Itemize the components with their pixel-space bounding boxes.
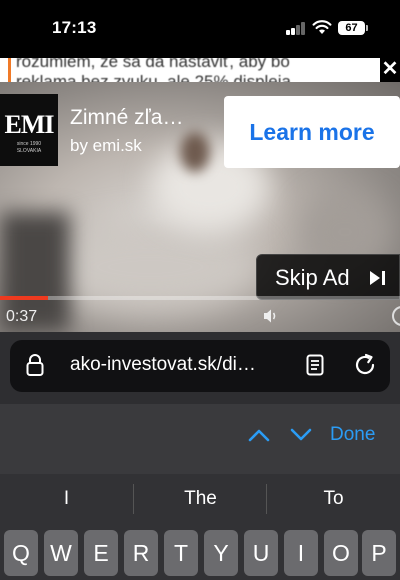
- done-button[interactable]: Done: [330, 424, 375, 446]
- key-q[interactable]: Q: [4, 530, 38, 576]
- close-ad-button[interactable]: ✕: [380, 58, 400, 82]
- video-ad[interactable]: EMI since 1990 SLOVAKIA Zimné zľa… by em…: [0, 82, 400, 332]
- ad-header: EMI since 1990 SLOVAKIA Zimné zľa… by em…: [0, 94, 400, 174]
- key-e[interactable]: E: [84, 530, 118, 576]
- lock-icon: [26, 354, 44, 376]
- ad-advertiser: by emi.sk: [70, 136, 142, 155]
- wifi-icon: [312, 20, 332, 34]
- skip-next-icon: [370, 271, 385, 285]
- video-progress-fill: [0, 296, 48, 300]
- advertiser-logo: EMI since 1990 SLOVAKIA: [0, 94, 58, 166]
- key-o[interactable]: O: [324, 530, 358, 576]
- reader-mode-icon[interactable]: [306, 354, 324, 376]
- browser-toolbar: ako-investovat.sk/di…: [0, 332, 400, 404]
- status-time: 17:13: [52, 18, 97, 37]
- fullscreen-icon[interactable]: [392, 306, 400, 326]
- key-u[interactable]: U: [244, 530, 278, 576]
- skip-ad-label: Skip Ad: [275, 265, 350, 290]
- keyboard: I The To Q W E R T Y U I O P: [0, 474, 400, 580]
- key-y[interactable]: Y: [204, 530, 238, 576]
- suggestion-2[interactable]: The: [134, 474, 267, 524]
- learn-more-button[interactable]: Learn more: [224, 96, 400, 168]
- battery-cap: [366, 25, 368, 31]
- suggestion-1[interactable]: I: [0, 474, 133, 524]
- video-elapsed-time: 0:37: [6, 308, 38, 325]
- key-p[interactable]: P: [362, 530, 396, 576]
- status-bar: 17:13 67: [0, 0, 400, 58]
- chevron-down-icon[interactable]: [290, 428, 312, 442]
- speaker-icon[interactable]: [263, 308, 279, 324]
- battery-icon: 67: [338, 21, 365, 35]
- chevron-up-icon[interactable]: [248, 428, 270, 442]
- key-w[interactable]: W: [44, 530, 78, 576]
- video-progress-track[interactable]: [0, 296, 400, 300]
- url-text[interactable]: ako-investovat.sk/di…: [70, 354, 256, 376]
- article-line: rozumiem, že sa dá nastaviť, aby bo: [16, 58, 290, 71]
- ad-title[interactable]: Zimné zľa…: [70, 106, 183, 130]
- cellular-signal-icon: [286, 22, 306, 35]
- skip-ad-button[interactable]: Skip Ad: [256, 254, 400, 300]
- key-r[interactable]: R: [124, 530, 158, 576]
- key-t[interactable]: T: [164, 530, 198, 576]
- reload-icon[interactable]: [353, 353, 377, 377]
- find-toolbar: Done: [0, 404, 400, 474]
- key-i[interactable]: I: [284, 530, 318, 576]
- suggestion-3[interactable]: To: [267, 474, 400, 524]
- address-bar[interactable]: ako-investovat.sk/di…: [10, 340, 390, 392]
